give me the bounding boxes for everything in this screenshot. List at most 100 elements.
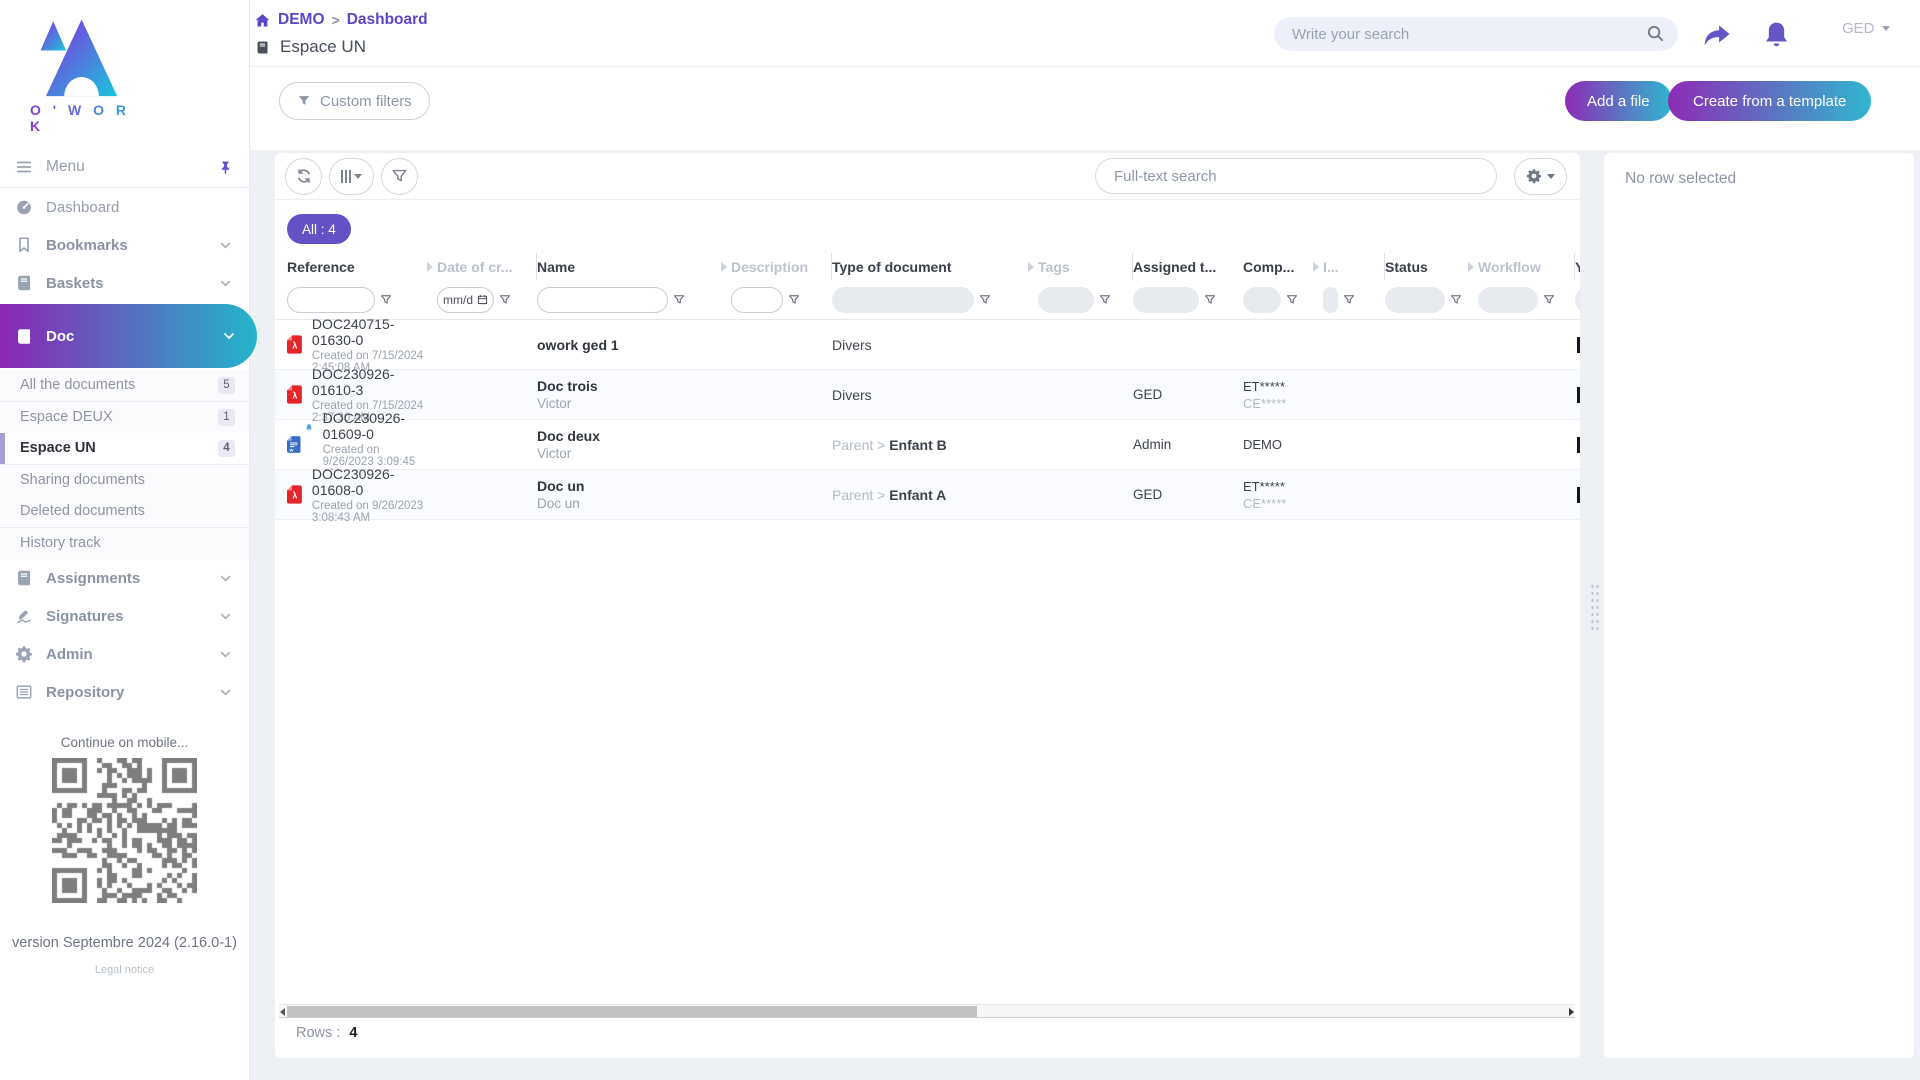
share-icon[interactable] xyxy=(1703,21,1731,49)
account-menu[interactable]: GED xyxy=(1842,20,1890,37)
panel-resize-handle[interactable] xyxy=(1590,583,1600,631)
document-name: Doc trois xyxy=(537,378,598,394)
doc-submenu: All the documents 5 Espace DEUX 1 Espace… xyxy=(0,370,249,559)
sidebar-item-signatures[interactable]: Signatures xyxy=(0,597,249,635)
column-header-type[interactable]: Type of document xyxy=(832,253,1038,280)
submenu-label: Deleted documents xyxy=(20,503,145,520)
table-row[interactable]: DOC230926-01610-3 Created on 7/15/2024 2… xyxy=(275,366,1580,424)
funnel-icon[interactable] xyxy=(1204,294,1216,306)
scroll-right-arrow-icon[interactable] xyxy=(1569,1008,1574,1016)
funnel-icon[interactable] xyxy=(979,294,991,306)
sidebar-item-baskets[interactable]: Baskets xyxy=(0,264,249,302)
book-icon xyxy=(15,274,33,292)
breadcrumb-current[interactable]: Dashboard xyxy=(347,11,428,29)
column-header-status[interactable]: Status xyxy=(1385,253,1478,280)
sidebar-item-espace-deux[interactable]: Espace DEUX 1 xyxy=(0,402,249,434)
breadcrumb: DEMO > Dashboard xyxy=(254,11,428,29)
sidebar-item-dashboard[interactable]: Dashboard xyxy=(0,188,249,226)
filter-button[interactable] xyxy=(381,157,418,195)
table-row[interactable]: DOC230926-01608-0 Created on 9/26/2023 3… xyxy=(275,466,1580,524)
scroll-left-arrow-icon[interactable] xyxy=(280,1008,285,1016)
sidebar-item-history-track[interactable]: History track xyxy=(0,528,249,560)
funnel-icon[interactable] xyxy=(1450,294,1462,306)
sidebar-item-repository[interactable]: Repository xyxy=(0,673,249,711)
sidebar-item-doc-active[interactable]: Doc xyxy=(0,304,257,368)
sidebar-item-sharing-documents[interactable]: Sharing documents xyxy=(0,465,249,497)
filter-all-pill[interactable]: All : 4 xyxy=(287,214,351,244)
table-row[interactable]: DOC240715-01630-0 Created on 7/15/2024 2… xyxy=(275,316,1580,374)
mobile-hint: Continue on mobile... xyxy=(60,735,189,750)
calendar-icon[interactable] xyxy=(477,294,488,305)
scrollbar-thumb[interactable] xyxy=(287,1006,977,1017)
sidebar-item-deleted-documents[interactable]: Deleted documents xyxy=(0,496,249,528)
account-label: GED xyxy=(1842,20,1875,37)
chevron-down-icon xyxy=(218,647,233,662)
custom-filters-button[interactable]: Custom filters xyxy=(279,82,430,120)
filter-input-date[interactable]: mm/d xyxy=(437,286,494,313)
sidebar-item-espace-un[interactable]: Espace UN 4 xyxy=(0,433,249,465)
sidebar-menu-header: Menu xyxy=(0,147,249,188)
document-assigned: GED xyxy=(1133,487,1163,502)
pin-icon[interactable] xyxy=(218,160,233,175)
funnel-icon[interactable] xyxy=(788,294,800,306)
book-icon xyxy=(15,327,33,346)
sidebar-item-label: Baskets xyxy=(46,274,104,292)
search-icon[interactable] xyxy=(1646,24,1665,43)
sidebar-item-assignments[interactable]: Assignments xyxy=(0,559,249,597)
funnel-icon[interactable] xyxy=(1343,294,1355,306)
refresh-button[interactable] xyxy=(285,157,322,195)
version-label: version Septembre 2024 (2.16.0-1) xyxy=(12,935,237,951)
filter-input-y-disabled xyxy=(1575,286,1580,313)
sidebar-item-bookmarks[interactable]: Bookmarks xyxy=(0,226,249,264)
column-header-tags[interactable]: Tags xyxy=(1038,253,1133,280)
document-subtitle: Doc un xyxy=(537,496,580,511)
table-row[interactable]: DOC230926-01609-0 Created on 9/26/2023 3… xyxy=(275,410,1580,480)
rows-label: Rows : xyxy=(296,1025,341,1041)
submenu-label: All the documents xyxy=(20,377,136,394)
column-header-y[interactable]: Y... xyxy=(1575,253,1580,280)
breadcrumb-root[interactable]: DEMO xyxy=(278,11,325,29)
filter-input-name[interactable] xyxy=(537,286,668,313)
column-header-date[interactable]: Date of cr... xyxy=(437,253,537,280)
funnel-icon[interactable] xyxy=(380,294,392,306)
funnel-icon xyxy=(297,94,311,108)
column-header-name[interactable]: Name xyxy=(537,253,731,280)
column-header-assigned[interactable]: Assigned t... xyxy=(1133,253,1243,280)
global-search-input[interactable] xyxy=(1274,17,1678,51)
funnel-icon[interactable] xyxy=(1099,294,1111,306)
filter-input-description[interactable] xyxy=(731,286,783,313)
legal-notice-link[interactable]: Legal notice xyxy=(0,964,249,976)
brand-wordmark: O ' W O R K xyxy=(30,102,150,134)
column-header-workflow[interactable]: Workflow xyxy=(1478,253,1575,280)
notification-bell-icon[interactable] xyxy=(1762,20,1791,49)
sidebar-item-admin[interactable]: Admin xyxy=(0,635,249,673)
horizontal-scrollbar[interactable] xyxy=(279,1004,1575,1018)
funnel-icon[interactable] xyxy=(1543,294,1555,306)
funnel-icon[interactable] xyxy=(673,294,685,306)
hamburger-icon[interactable] xyxy=(15,158,33,176)
add-file-button[interactable]: Add a file xyxy=(1565,81,1672,121)
funnel-icon[interactable] xyxy=(499,294,511,306)
column-header-description[interactable]: Description xyxy=(731,253,832,280)
custom-filters-label: Custom filters xyxy=(320,92,412,110)
table-settings-button[interactable] xyxy=(1514,157,1567,195)
home-icon[interactable] xyxy=(254,12,271,29)
document-created: Created on 9/26/2023 3:08:43 AM xyxy=(311,499,424,524)
submenu-label: History track xyxy=(20,535,101,552)
rows-count: 4 xyxy=(349,1025,358,1041)
fulltext-search-input[interactable] xyxy=(1095,158,1497,194)
column-header-reference[interactable]: Reference xyxy=(287,253,437,280)
create-from-template-button[interactable]: Create from a template xyxy=(1668,81,1872,121)
columns-button[interactable] xyxy=(329,157,374,195)
gear-icon xyxy=(15,645,33,663)
funnel-icon[interactable] xyxy=(1286,294,1298,306)
truncated-cell-content xyxy=(1577,487,1580,503)
sidebar: O ' W O R K Menu Dashboard Bookmarks Bas… xyxy=(0,0,257,1080)
column-header-company[interactable]: Comp... xyxy=(1243,253,1323,280)
sidebar-item-all-documents[interactable]: All the documents 5 xyxy=(0,370,249,402)
pdf-file-icon xyxy=(287,481,302,508)
signature-icon xyxy=(15,607,33,625)
column-header-i[interactable]: I... xyxy=(1323,253,1385,280)
filter-input-reference[interactable] xyxy=(287,286,375,313)
app-logo[interactable]: O ' W O R K xyxy=(0,0,249,147)
